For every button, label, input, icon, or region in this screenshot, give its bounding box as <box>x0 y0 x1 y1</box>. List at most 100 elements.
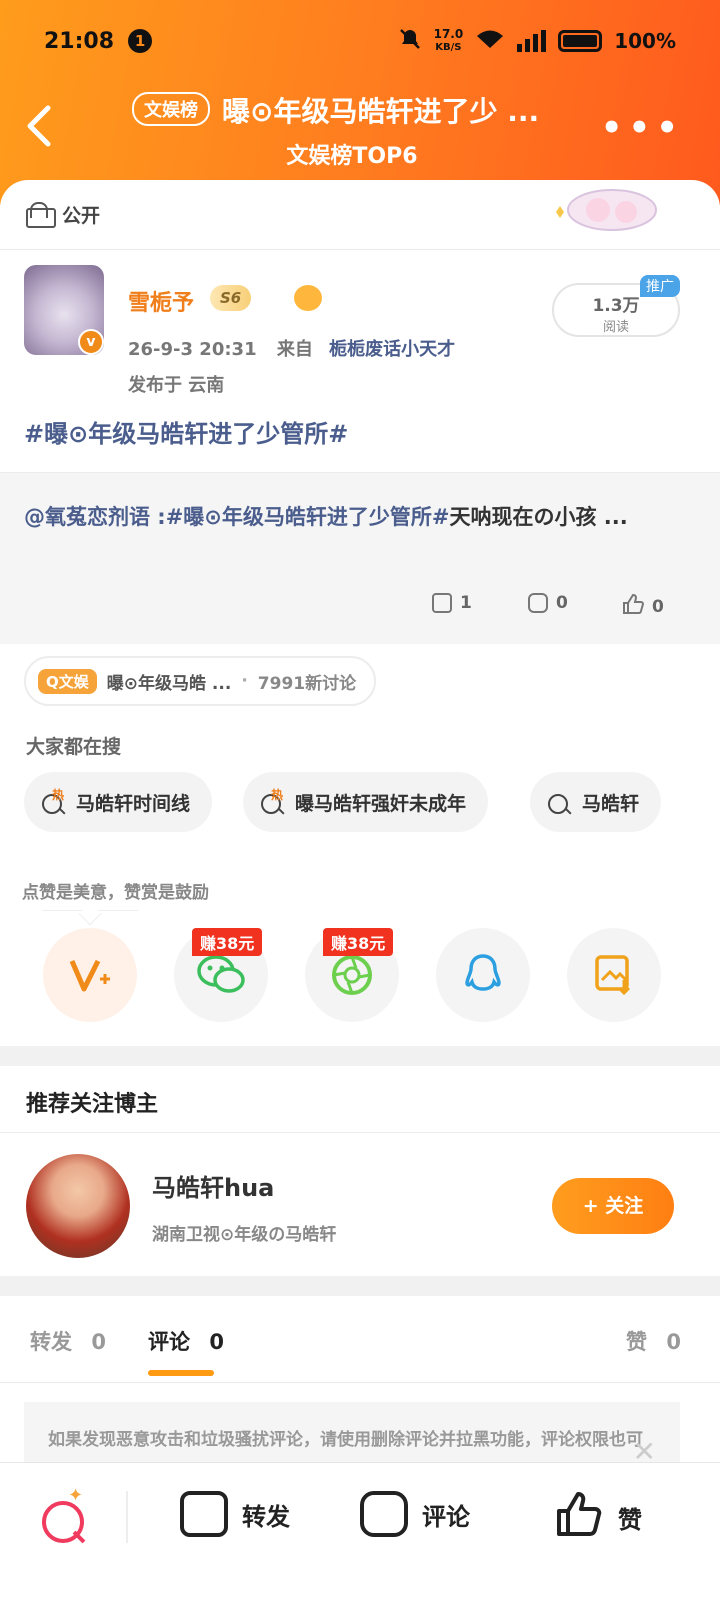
share-icon <box>432 593 452 613</box>
speed-unit: KB/S <box>435 42 462 53</box>
fish-badge-icon <box>294 285 322 311</box>
search-topic-dot: · <box>241 671 248 691</box>
repost-text: @氧菟恋剂语 :#曝⊙年级马皓轩进了少管所#天呐现在の小孩 ... <box>24 495 684 539</box>
post-card: 公开 <box>0 180 720 250</box>
visibility-bar: 公开 <box>0 180 720 250</box>
divider <box>0 1382 720 1383</box>
recommend-desc: 湖南卫视⊙年级の马皓轩 <box>152 1225 337 1245</box>
tab-comment[interactable]: 评论 0 <box>148 1326 224 1356</box>
hot-search-chip[interactable]: 热 曝马皓轩强奸未成年 <box>243 772 489 832</box>
repost-comment-action[interactable]: 0 <box>528 593 568 613</box>
section-divider <box>0 1276 720 1296</box>
bottom-action-bar: ✦ 转发 评论 赞 <box>0 1462 720 1604</box>
repost-like-action[interactable]: 0 <box>622 593 664 620</box>
repost-share-action[interactable]: 1 <box>432 593 472 613</box>
repost-label: 转发 <box>242 1502 290 1531</box>
ranking-subtitle[interactable]: 文娱榜TOP6 <box>0 138 704 170</box>
search-topic-title: 曝⊙年级马皓 ... <box>106 673 232 694</box>
hot-search-label: 曝马皓轩强奸未成年 <box>295 792 467 815</box>
hot-search-heading: 大家都在搜 <box>26 736 122 758</box>
repost-like-count: 0 <box>652 596 664 617</box>
repost-icon <box>180 1491 228 1537</box>
ranking-tag[interactable]: 文娱榜 <box>132 92 210 126</box>
follow-button[interactable]: + 关注 <box>552 1178 674 1234</box>
status-bar: 21:08 1 17.0 KB/S 100% <box>44 24 676 58</box>
network-speed: 17.0 KB/S <box>434 28 464 54</box>
hot-search-chip[interactable]: 马皓轩 <box>530 772 662 832</box>
earn-badge: 赚38元 <box>323 928 394 956</box>
tab-like[interactable]: 赞 0 <box>626 1326 681 1356</box>
hot-search-label: 马皓轩时间线 <box>76 792 191 815</box>
verified-badge-icon: v <box>78 329 104 355</box>
thumbs-up-icon <box>556 1491 604 1543</box>
header: 21:08 1 17.0 KB/S 100% 文娱榜 曝⊙年级马皓轩进了少 ..… <box>0 0 720 205</box>
divider <box>0 1132 720 1133</box>
battery-icon <box>558 30 603 52</box>
post-time: 26-9-3 20:31 <box>128 339 257 360</box>
post-meta: 26-9-3 20:31 来自 栀栀废话小天才 <box>128 335 455 361</box>
level-badge: S6 <box>210 285 252 311</box>
earn-badge: 赚38元 <box>192 928 263 956</box>
comment-label: 评论 <box>422 1502 470 1531</box>
search-topic-chip[interactable]: Q文娱 曝⊙年级马皓 ... · 7991新讨论 <box>24 656 377 706</box>
bottom-divider <box>126 1491 128 1543</box>
recommend-avatar[interactable] <box>26 1154 130 1258</box>
post-location: 发布于 云南 <box>128 375 225 396</box>
hot-search-chip[interactable]: 热 马皓轩时间线 <box>24 772 213 832</box>
search-icon <box>546 788 574 816</box>
repost-body: 天呐现在の小孩 ... <box>449 505 628 529</box>
thumbs-up-icon <box>622 593 645 620</box>
page-title: 曝⊙年级马皓轩进了少 ... <box>222 95 540 128</box>
tab-comment-count: 0 <box>209 1330 224 1354</box>
recommend-name[interactable]: 马皓轩hua <box>152 1168 274 1203</box>
like-label: 赞 <box>618 1505 642 1534</box>
status-right: 17.0 KB/S 100% <box>398 27 676 56</box>
recommend-heading: 推荐关注博主 <box>26 1092 159 1117</box>
tip-pointer <box>78 902 102 926</box>
post-source[interactable]: 栀栀废话小天才 <box>329 339 455 360</box>
comment-button[interactable]: 评论 <box>360 1491 470 1537</box>
hot-search-icon: 热 <box>259 788 287 816</box>
tip-heading: 点赞是美意，赞赏是鼓励 <box>22 883 209 903</box>
active-tab-indicator <box>148 1370 214 1376</box>
like-button[interactable]: 赞 <box>556 1491 642 1543</box>
hot-mark: 热 <box>52 788 65 802</box>
comment-bubble-icon <box>360 1491 408 1537</box>
search-topic-discussions: 7991新讨论 <box>257 673 357 694</box>
unlock-icon <box>26 201 56 228</box>
vip-plus-icon[interactable] <box>43 928 137 1022</box>
more-options-icon[interactable]: ••• <box>601 108 684 148</box>
promote-badge[interactable]: 推广 <box>640 275 680 297</box>
qq-icon[interactable] <box>436 928 530 1022</box>
comment-icon <box>528 593 548 613</box>
repost-button[interactable]: 转发 <box>180 1491 290 1537</box>
sticker-decoration <box>550 182 660 234</box>
tab-repost-count: 0 <box>91 1330 106 1354</box>
notification-badge: 1 <box>128 29 153 53</box>
tab-like-label: 赞 <box>626 1330 647 1354</box>
speed-value: 17.0 <box>433 27 464 41</box>
save-image-icon[interactable] <box>567 928 661 1022</box>
from-label: 来自 <box>276 339 313 360</box>
repost-mention[interactable]: @氧菟恋剂语 :#曝⊙年级马皓轩进了少管所# <box>24 505 450 529</box>
tab-repost-label: 转发 <box>30 1330 72 1354</box>
repost-comment-count: 0 <box>556 593 568 613</box>
signal-icon <box>517 30 547 52</box>
author-name[interactable]: 雪栀予 <box>128 285 194 317</box>
hot-search-label: 马皓轩 <box>582 792 640 815</box>
mute-bell-icon <box>398 27 422 56</box>
wifi-icon <box>475 28 505 55</box>
search-category-badge: Q文娱 <box>38 668 97 694</box>
tab-like-count: 0 <box>666 1330 681 1354</box>
hot-mark: 热 <box>271 788 284 802</box>
tab-comment-label: 评论 <box>148 1330 190 1354</box>
battery-percent: 100% <box>614 29 676 53</box>
sparkle-icon: ✦ <box>68 1485 84 1506</box>
reposted-content[interactable]: @氧菟恋剂语 :#曝⊙年级马皓轩进了少管所#天呐现在の小孩 ... 1 0 0 <box>0 472 720 644</box>
post-topic[interactable]: #曝⊙年级马皓轩进了少管所# <box>24 414 348 449</box>
section-divider <box>0 1046 720 1066</box>
read-count-label: 阅读 <box>602 320 629 335</box>
status-time: 21:08 <box>44 28 115 54</box>
tab-repost[interactable]: 转发 0 <box>30 1326 106 1356</box>
visibility-label: 公开 <box>62 205 101 227</box>
